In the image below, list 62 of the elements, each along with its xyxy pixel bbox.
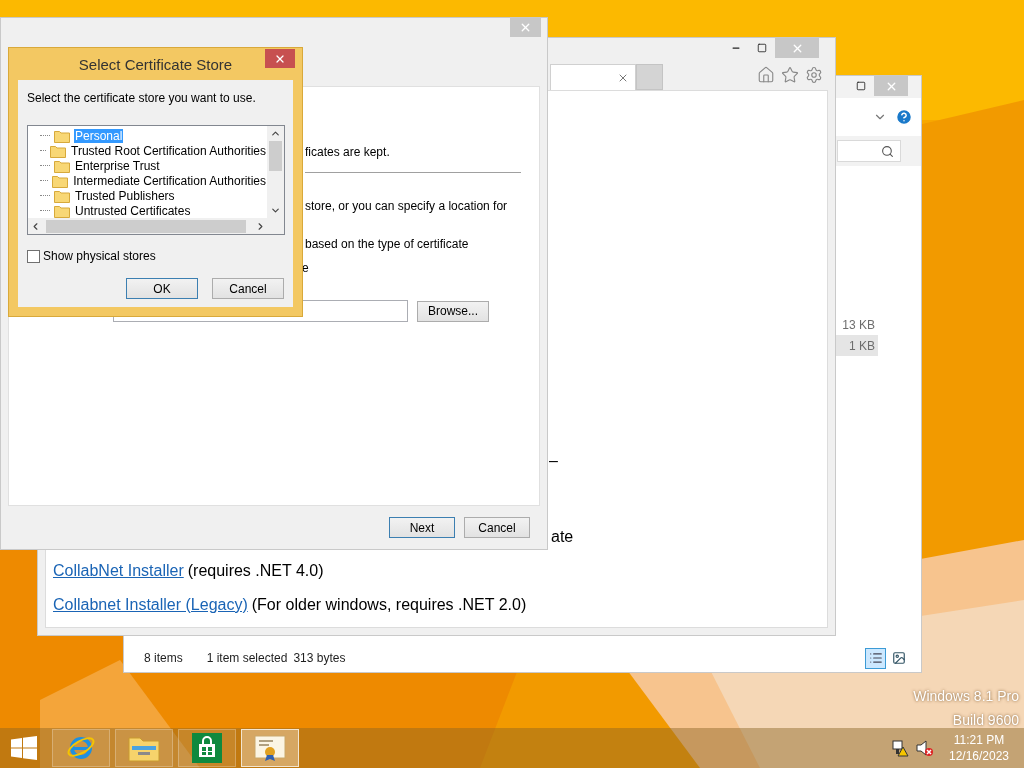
certificate-icon — [254, 734, 286, 762]
browse-button[interactable]: Browse... — [417, 300, 489, 322]
checkbox[interactable] — [27, 249, 40, 263]
search-field[interactable] — [837, 140, 901, 162]
folder-icon — [54, 188, 70, 203]
store-item[interactable]: Untrusted Certificates — [74, 203, 192, 218]
file-size: 13 KB — [841, 316, 876, 334]
folder-icon — [128, 734, 160, 762]
requirement-note: (requires .NET 4.0) — [187, 561, 324, 579]
network-warning-icon[interactable] — [892, 739, 910, 757]
close-button[interactable] — [265, 49, 295, 68]
file-size: 1 KB — [836, 335, 878, 356]
prompt-text: Select the certificate store you want to use. — [27, 90, 257, 107]
horizontal-scrollbar[interactable] — [28, 218, 284, 234]
ok-button[interactable]: OK — [126, 278, 198, 299]
store-item[interactable]: Trusted Root Certification Authorities — [70, 143, 267, 158]
maximize-icon — [757, 43, 767, 53]
description-text: ficates are kept. — [305, 144, 390, 159]
home-icon[interactable] — [757, 66, 775, 84]
item-count: 8 items — [144, 650, 183, 667]
download-link[interactable]: CollabNet Installer — [53, 559, 184, 579]
taskbar-app-button[interactable] — [178, 729, 236, 767]
requirement-note: (For older windows, requires .NET 2.0) — [251, 595, 527, 613]
taskbar-app-button[interactable] — [241, 729, 299, 767]
store-item[interactable]: Trusted Publishers — [74, 188, 176, 203]
description-text: based on the type of certificate — [305, 236, 469, 251]
settings-icon[interactable] — [805, 66, 823, 84]
description-text: e — [302, 260, 309, 275]
taskbar-app-button[interactable] — [115, 729, 173, 767]
list-icon — [868, 651, 883, 665]
windows-logo-icon — [11, 736, 37, 760]
store-item[interactable]: Intermediate Certification Authorities — [72, 173, 267, 188]
folder-icon — [54, 158, 70, 173]
details-view-button[interactable] — [865, 647, 886, 669]
text-fragment: ate — [551, 527, 574, 545]
help-icon[interactable] — [895, 108, 913, 126]
store-item[interactable]: Enterprise Trust — [74, 158, 161, 173]
maximize-icon — [856, 81, 866, 91]
description-text: store, or you can specify a location for — [305, 198, 508, 213]
image-icon — [891, 651, 906, 665]
download-link[interactable]: Collabnet Installer (Legacy) — [53, 593, 248, 613]
close-icon — [519, 21, 532, 34]
shopping-bag-icon — [192, 733, 222, 763]
selection-size: 313 bytes — [293, 650, 346, 667]
taskbar-app-button[interactable] — [52, 729, 110, 767]
dialog-title: Select Certificate Store — [78, 55, 233, 75]
vertical-scrollbar[interactable] — [267, 126, 284, 218]
next-button[interactable]: Next — [389, 517, 455, 538]
cancel-button[interactable]: Cancel — [464, 517, 530, 538]
folder-icon — [52, 173, 69, 188]
star-icon[interactable] — [781, 66, 799, 84]
build-label: Build 9600 — [952, 711, 1019, 730]
text-fragment: – — [549, 451, 558, 469]
search-icon — [881, 144, 894, 158]
folder-icon — [50, 143, 66, 158]
checkbox-label: Show physical stores — [43, 248, 156, 265]
edition-label: Windows 8.1 Pro — [913, 687, 1019, 706]
scroll-down-icon[interactable] — [270, 205, 281, 216]
selection-info: 1 item selected — [206, 650, 288, 667]
cancel-button[interactable]: Cancel — [212, 278, 284, 299]
muted-speaker-icon[interactable] — [916, 739, 934, 757]
folder-icon — [54, 128, 70, 143]
